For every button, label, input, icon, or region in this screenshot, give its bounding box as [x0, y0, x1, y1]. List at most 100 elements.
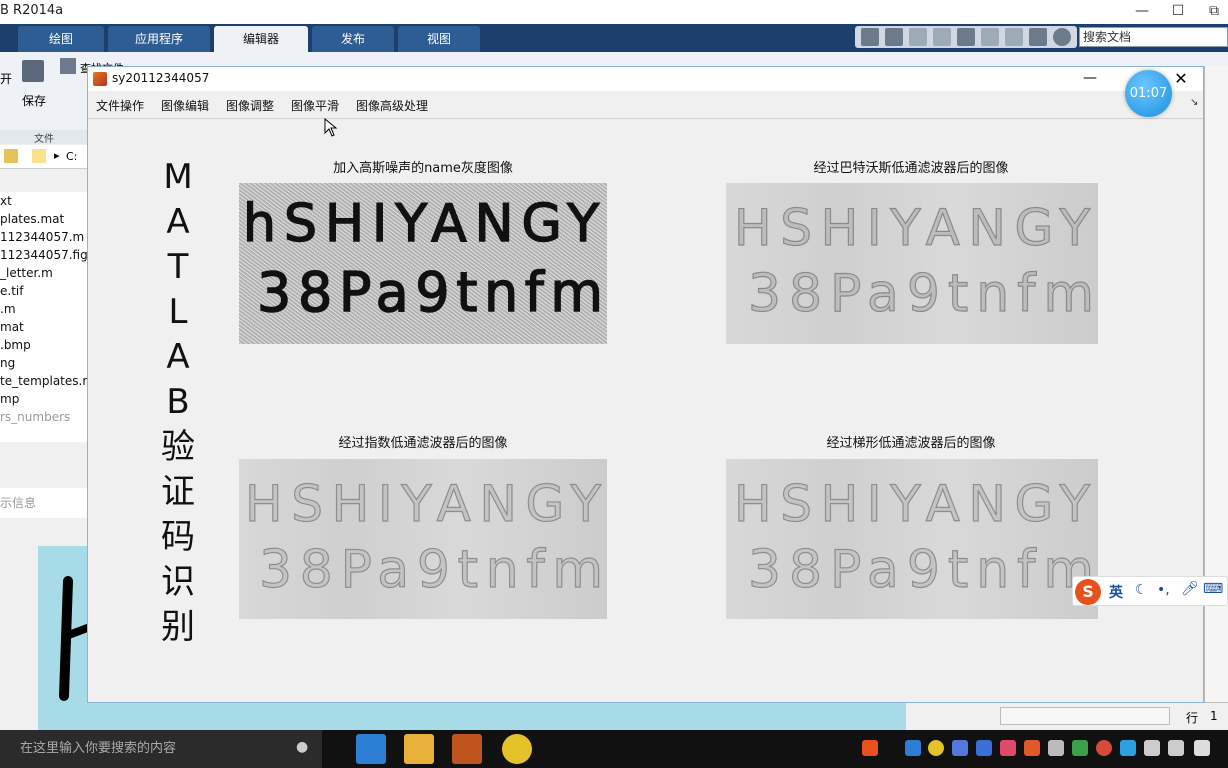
matlab-taskbar-icon[interactable] — [452, 734, 482, 764]
timer-badge[interactable]: 01:07 — [1125, 70, 1172, 117]
menu-image-edit[interactable]: 图像编辑 — [161, 97, 209, 114]
current-folder-address[interactable]: ▸ C: — [0, 145, 88, 169]
status-bar: 行 1 — [990, 702, 1228, 730]
sogou-tray-icon[interactable] — [862, 740, 878, 756]
axes-title-butterworth: 经过巴特沃斯低通滤波器后的图像 — [813, 161, 1009, 176]
microphone-icon[interactable]: 🎤︎ — [1181, 581, 1199, 597]
list-item[interactable]: 112344057.fig — [0, 246, 87, 264]
noisy-grayscale-image: hSHIYANGY 38Pa9tnfm — [239, 183, 607, 344]
minimize-icon[interactable]: — — [1078, 67, 1102, 91]
menu-image-smoothing[interactable]: 图像平滑 — [291, 97, 339, 114]
taskbar-search-placeholder: 在这里输入你要搜索的内容 — [20, 741, 177, 756]
list-item[interactable]: ng — [0, 354, 87, 372]
save-icon[interactable] — [885, 28, 903, 46]
details-pane: 示信息 — [0, 488, 88, 518]
matlab-logo-icon — [93, 72, 107, 86]
title-char: A — [166, 337, 190, 377]
row-value: 1 — [1210, 709, 1218, 723]
shield-icon[interactable] — [952, 740, 968, 756]
keyboard-icon[interactable]: ⌨ — [1203, 581, 1223, 597]
title-char: 识 — [161, 562, 195, 602]
tray-app-icon[interactable] — [1120, 740, 1136, 756]
wifi-icon[interactable] — [1168, 740, 1184, 756]
resize-arrow-icon[interactable]: ↘ — [1190, 97, 1198, 108]
file-list: xt plates.mat 112344057.m 112344057.fig … — [0, 192, 88, 442]
list-item[interactable]: te_templates.m — [0, 372, 87, 390]
volume-icon[interactable] — [1144, 740, 1160, 756]
row-label: 行 — [1186, 711, 1199, 725]
moon-icon[interactable]: ☾ — [1135, 582, 1148, 598]
maximize-icon[interactable]: ☐ — [1166, 0, 1190, 24]
menu-divider — [88, 118, 1203, 119]
chevron-right-icon: ▸ — [54, 149, 60, 162]
captcha-line-2: 38Pa9tnfm — [259, 540, 603, 600]
captcha-line-2: 38Pa9tnfm — [748, 540, 1094, 600]
list-item[interactable]: .m — [0, 300, 87, 318]
figure-menu-bar: 文件操作 图像编辑 图像调整 图像平滑 图像高级处理 — [88, 93, 1203, 117]
tray-app-icon[interactable] — [905, 740, 921, 756]
tab-editor[interactable]: 编辑器 — [214, 26, 308, 52]
redo-icon[interactable] — [1005, 28, 1023, 46]
folder-icon — [32, 149, 46, 163]
menu-file-ops[interactable]: 文件操作 — [96, 97, 144, 114]
ime-toolbar: S 英 ☾ •, 🎤︎ ⌨ — [1072, 576, 1228, 606]
captcha-line-1: hSHIYANGY — [243, 194, 599, 254]
list-item[interactable]: mp — [0, 390, 87, 408]
list-item[interactable]: _letter.m — [0, 264, 87, 282]
minimize-icon[interactable]: — — [1130, 0, 1154, 24]
close-icon[interactable]: ✕ — [1168, 67, 1194, 91]
app-u-icon[interactable] — [356, 734, 386, 764]
matlab-title: B R2014a — [0, 3, 64, 18]
help-icon[interactable] — [1053, 28, 1071, 46]
app-yellow-icon[interactable] — [502, 734, 532, 764]
title-char: 别 — [161, 607, 195, 647]
butterworth-filtered-image: HSHIYANGY 38Pa9tnfm — [726, 183, 1098, 344]
tab-publish[interactable]: 发布 — [312, 26, 394, 52]
menu-image-adjust[interactable]: 图像调整 — [226, 97, 274, 114]
ime-language-toggle[interactable]: 英 — [1109, 582, 1123, 602]
list-item[interactable]: e.tif — [0, 282, 87, 300]
menu-image-advanced[interactable]: 图像高级处理 — [356, 97, 428, 114]
title-char: B — [166, 382, 190, 422]
save-large-icon[interactable] — [22, 60, 44, 82]
captcha-line-1: HSHIYANGY — [245, 475, 601, 533]
sogou-logo-icon[interactable]: S — [1075, 579, 1101, 605]
ime-tray-icon[interactable] — [1194, 740, 1210, 756]
copy-icon[interactable] — [933, 28, 951, 46]
list-item[interactable]: .bmp — [0, 336, 87, 354]
cut-icon[interactable] — [909, 28, 927, 46]
tray-app-icon[interactable] — [1048, 740, 1064, 756]
bluetooth-icon[interactable] — [976, 740, 992, 756]
taskbar-search-input[interactable]: 在这里输入你要搜索的内容 — [0, 730, 322, 768]
restore-icon[interactable]: ⧉ — [1202, 0, 1226, 24]
nvidia-icon[interactable] — [1072, 740, 1088, 756]
undo-icon[interactable] — [981, 28, 999, 46]
search-documentation-input[interactable]: 搜索文档 — [1079, 27, 1228, 47]
tray-app-icon[interactable] — [1000, 740, 1016, 756]
punctuation-icon[interactable]: •, — [1157, 582, 1170, 598]
list-item[interactable]: xt — [0, 192, 87, 210]
list-item[interactable]: mat — [0, 318, 87, 336]
tray-app-icon[interactable] — [1024, 740, 1040, 756]
tray-app-icon[interactable] — [928, 740, 944, 756]
title-char: 码 — [161, 517, 195, 557]
axes-title-noisy: 加入高斯噪声的name灰度图像 — [333, 161, 513, 176]
chrome-icon[interactable] — [1096, 740, 1112, 756]
new-icon[interactable] — [861, 28, 879, 46]
title-char: T — [167, 247, 189, 287]
tab-plots[interactable]: 绘图 — [18, 26, 104, 52]
captcha-line-1: HSHIYANGY — [734, 199, 1090, 257]
window-switch-icon[interactable] — [1029, 28, 1047, 46]
captcha-line-1: HSHIYANGY — [734, 475, 1090, 533]
list-item[interactable]: 112344057.m — [0, 228, 87, 246]
find-files-icon[interactable] — [60, 58, 76, 74]
microphone-icon[interactable]: ● — [296, 739, 308, 755]
file-explorer-icon[interactable] — [404, 734, 434, 764]
list-item[interactable]: plates.mat — [0, 210, 87, 228]
list-item[interactable]: rs_numbers — [0, 408, 87, 426]
paste-icon[interactable] — [957, 28, 975, 46]
tab-view[interactable]: 视图 — [398, 26, 480, 52]
tab-apps[interactable]: 应用程序 — [108, 26, 210, 52]
save-label[interactable]: 保存 — [22, 92, 46, 109]
captcha-line-2: 38Pa9tnfm — [748, 264, 1094, 324]
